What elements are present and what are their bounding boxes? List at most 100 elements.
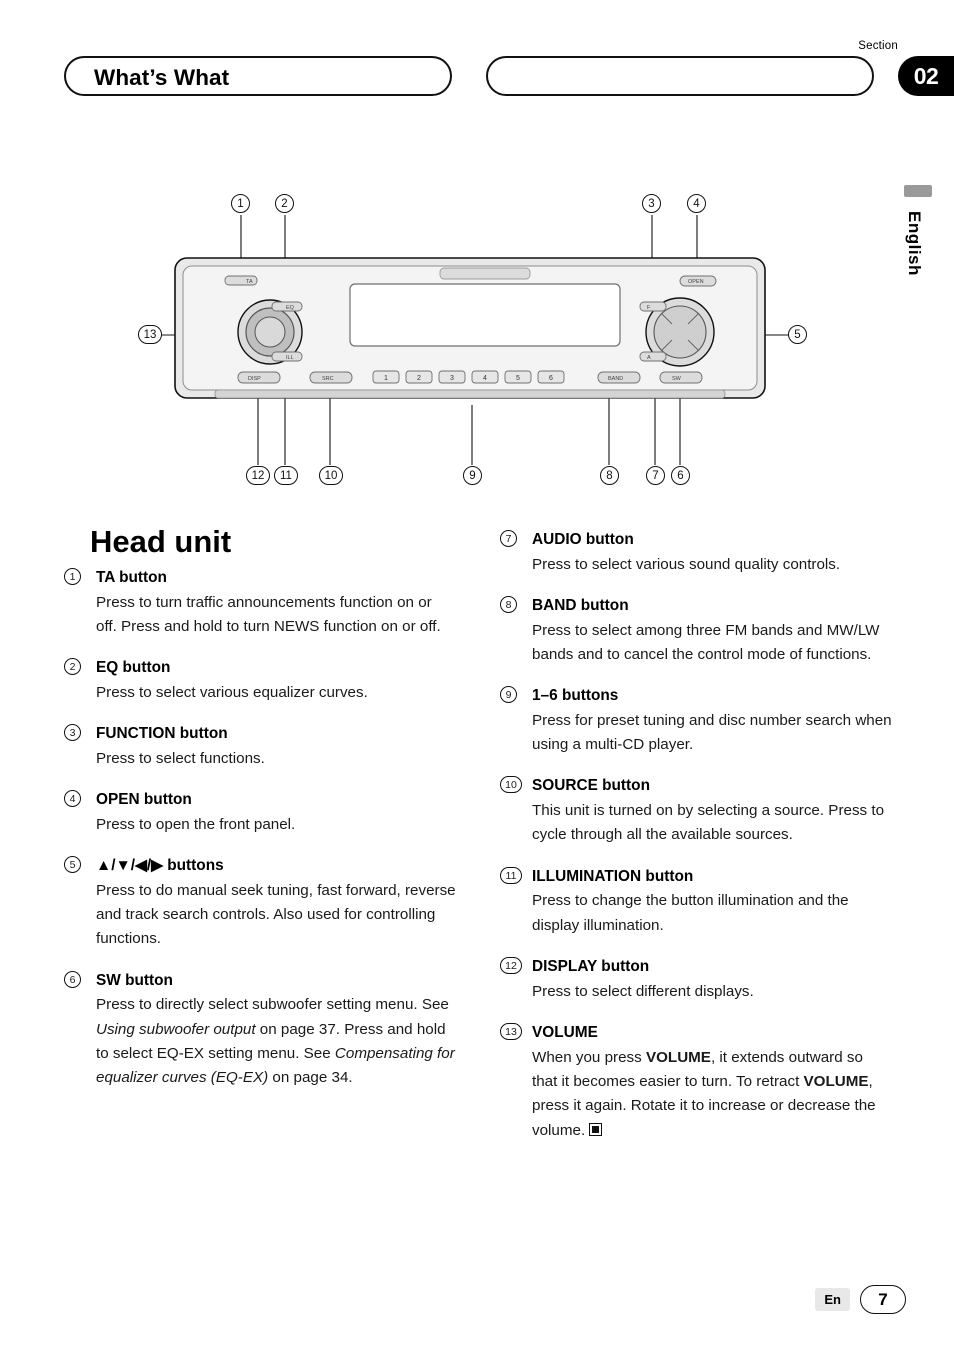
entry-number: 2 [64, 658, 81, 676]
entry-eq-button: 2 EQ button Press to select various equa… [64, 656, 456, 705]
entry-description: Press to open the front panel. [96, 815, 296, 833]
side-tab-bar [904, 185, 932, 197]
entry-number: 10 [500, 776, 522, 794]
entry-heading: AUDIO button [532, 531, 634, 548]
entry-description: Press to select various sound quality co… [532, 555, 841, 573]
svg-text:SRC: SRC [322, 376, 334, 382]
entry-number: 1 [64, 568, 81, 585]
callout-5: 5 [788, 325, 807, 344]
entry-description: Press to turn traffic announcements func… [96, 593, 441, 635]
entry-number: 12 [500, 957, 522, 975]
page-header: What’s What Section 02 [0, 40, 954, 110]
footer-page-number: 7 [860, 1285, 906, 1314]
callout-12: 12 [246, 466, 270, 485]
entry-heading: OPEN button [96, 791, 192, 809]
callout-7: 7 [646, 466, 665, 485]
svg-text:ILL: ILL [286, 355, 294, 361]
svg-text:TA: TA [246, 279, 253, 285]
entry-number: 4 [64, 790, 81, 808]
vol-desc-part1: When you press [532, 1048, 646, 1066]
entry-number: 5 [64, 856, 81, 874]
callout-10: 10 [319, 466, 343, 485]
entry-illumination-button: 11 ILLUMINATION button Press to change t… [500, 865, 892, 938]
entry-number: 6 [64, 970, 81, 988]
entry-description: This unit is turned on by selecting a so… [532, 802, 885, 844]
svg-text:4: 4 [483, 375, 487, 382]
callout-13: 13 [138, 325, 162, 344]
callout-8: 8 [600, 466, 619, 485]
entry-number: 3 [64, 724, 81, 742]
entry-heading: VOLUME [532, 1023, 598, 1041]
entry-number: 8 [500, 595, 517, 613]
side-tab-label: English [905, 211, 924, 276]
entry-heading: DISPLAY button [532, 958, 650, 976]
entry-sw-button: 6 SW button Press to directly select sub… [64, 969, 456, 1091]
svg-text:BAND: BAND [608, 376, 623, 382]
header-blank-pill [486, 56, 874, 96]
footer-language-code: En [815, 1288, 850, 1311]
entry-number: 11 [500, 866, 522, 884]
page-footer: En 7 [815, 1285, 906, 1314]
entry-function-button: 3 FUNCTION button Press to select functi… [64, 722, 456, 771]
entry-number: 13 [500, 1022, 522, 1040]
entry-open-button: 4 OPEN button Press to open the front pa… [64, 788, 456, 837]
entry-heading: TA button [96, 569, 167, 586]
callout-3: 3 [642, 194, 661, 213]
entry-heading: ILLUMINATION button [532, 867, 694, 885]
svg-text:3: 3 [450, 375, 454, 382]
svg-text:6: 6 [549, 375, 553, 382]
entry-heading: EQ button [96, 659, 171, 677]
entry-arrow-buttons: 5 ▲/▼/◀/▶ buttons Press to do manual see… [64, 854, 456, 952]
callout-11: 11 [274, 466, 298, 485]
entry-preset-buttons: 9 1–6 buttons Press for preset tuning an… [500, 684, 892, 757]
entry-heading: SW button [96, 971, 173, 989]
entry-display-button: 12 DISPLAY button Press to select differ… [500, 955, 892, 1004]
sw-desc-part1: Press to directly select subwoofer setti… [96, 996, 449, 1014]
entry-description: Press to select functions. [96, 749, 265, 767]
header-title-pill: What’s What [64, 56, 452, 96]
callout-9: 9 [463, 466, 482, 485]
svg-text:DISP: DISP [248, 376, 261, 382]
entry-heading: BAND button [532, 596, 629, 614]
head-unit-illustration: 1 2 3 4 5 6 EQ ILL TA DISP SRC OPEN F A … [160, 215, 790, 465]
callout-1: 1 [231, 194, 250, 213]
entry-heading: SOURCE button [532, 777, 650, 795]
entry-source-button: 10 SOURCE button This unit is turned on … [500, 774, 892, 847]
vol-desc-bold2: VOLUME [803, 1072, 869, 1090]
entry-description: Press to directly select subwoofer setti… [96, 993, 456, 1090]
left-column: 1 TA button Press to turn traffic announ… [64, 566, 456, 1108]
entry-band-button: 8 BAND button Press to select among thre… [500, 594, 892, 667]
section-number-badge: 02 [898, 56, 954, 96]
entry-number: 9 [500, 686, 517, 704]
entry-audio-button: 7 AUDIO button Press to select various s… [500, 528, 892, 577]
svg-text:2: 2 [417, 375, 421, 382]
entry-description: Press to select various equalizer curves… [96, 683, 368, 701]
entry-heading: FUNCTION button [96, 725, 228, 743]
svg-text:5: 5 [516, 375, 520, 382]
svg-text:EQ: EQ [286, 305, 295, 311]
entry-description: When you press VOLUME, it extends outwar… [532, 1046, 892, 1143]
svg-text:OPEN: OPEN [688, 279, 704, 285]
entry-description: Press to select different displays. [532, 982, 754, 1000]
entry-description: Press to do manual seek tuning, fast for… [96, 881, 456, 948]
entry-description: Press for preset tuning and disc number … [532, 711, 892, 754]
callout-6: 6 [671, 466, 690, 485]
vol-desc-bold1: VOLUME [645, 1048, 711, 1066]
svg-text:SW: SW [672, 376, 682, 382]
callout-4: 4 [687, 194, 706, 213]
end-of-section-mark [589, 1122, 603, 1136]
language-side-tab: English [904, 185, 932, 276]
entry-ta-button: 1 TA button Press to turn traffic announ… [64, 566, 456, 639]
entry-number: 7 [500, 530, 517, 547]
entry-description: Press to change the button illumination … [532, 892, 849, 934]
svg-text:A: A [647, 355, 651, 361]
svg-text:1: 1 [384, 375, 388, 382]
section-label: Section [858, 40, 898, 52]
entry-heading: 1–6 buttons [532, 687, 619, 705]
entry-heading: ▲/▼/◀/▶ buttons [96, 857, 224, 875]
callout-2: 2 [275, 194, 294, 213]
section-heading: Head unit [90, 524, 232, 559]
sw-desc-italic1: Using subwoofer output [96, 1020, 256, 1038]
entry-volume: 13 VOLUME When you press VOLUME, it exte… [500, 1021, 892, 1143]
right-column: 7 AUDIO button Press to select various s… [500, 528, 892, 1160]
